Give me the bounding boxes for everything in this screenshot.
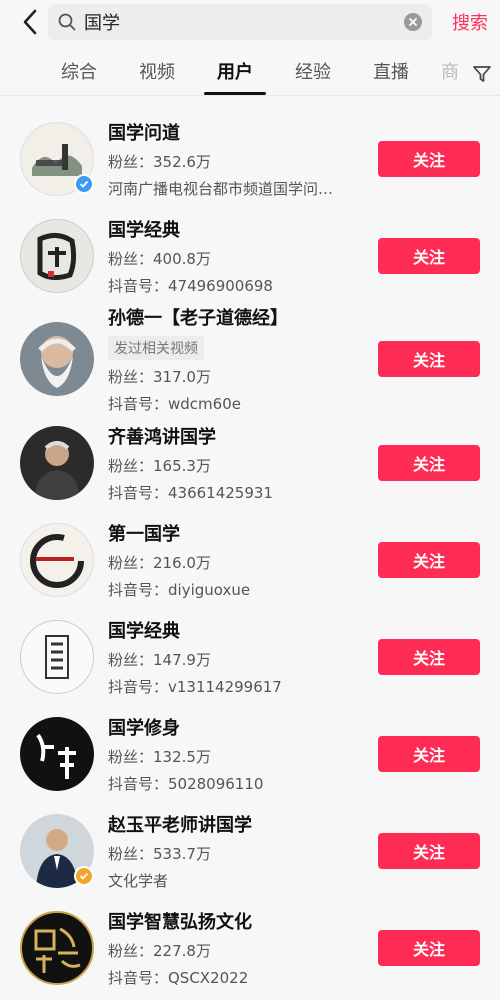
list-item[interactable]: 国学经典 粉丝：400.8万 抖音号：47496900698 关注 <box>0 207 500 304</box>
user-name: 国学智慧弘扬文化 <box>108 911 252 933</box>
list-item[interactable]: 国学问道 粉丝：352.6万 河南广播电视台都市频道国学问… 关注 <box>0 110 500 207</box>
user-name: 孙德一【老子道德经】 <box>108 308 288 329</box>
user-description: 文化学者 <box>108 871 169 890</box>
calligraphy-icon <box>36 733 76 779</box>
user-name: 第一国学 <box>108 523 180 545</box>
brush-circle-icon <box>30 533 84 588</box>
user-description: 河南广播电视台都市频道国学问… <box>108 179 334 198</box>
back-button[interactable] <box>12 0 48 44</box>
douyin-id: 抖音号：47496900698 <box>108 276 273 295</box>
user-info: 国学经典 粉丝：147.9万 抖音号：v13114299617 <box>108 617 368 697</box>
follow-button[interactable]: 关注 <box>378 237 480 274</box>
douyin-id: 抖音号：v13114299617 <box>108 677 282 696</box>
user-name: 齐善鸿讲国学 <box>108 426 216 448</box>
follower-count: 粉丝：165.3万 <box>108 456 211 475</box>
user-info: 赵玉平老师讲国学 粉丝：533.7万 文化学者 <box>108 811 368 891</box>
follow-button[interactable]: 关注 <box>378 341 480 377</box>
list-item[interactable]: 国学修身 粉丝：132.5万 抖音号：5028096110 关注 <box>0 705 500 802</box>
avatar[interactable] <box>20 322 94 396</box>
follower-count: 粉丝：216.0万 <box>108 553 211 572</box>
follower-count: 粉丝：352.6万 <box>108 152 211 171</box>
clear-icon[interactable] <box>404 13 422 31</box>
portrait-icon <box>34 440 80 500</box>
user-info: 孙德一【老子道德经】 发过相关视频 粉丝：317.0万 抖音号：wdcm60e <box>108 304 368 414</box>
avatar[interactable] <box>20 813 94 888</box>
follow-button[interactable]: 关注 <box>378 832 480 869</box>
user-info: 第一国学 粉丝：216.0万 抖音号：diyiguoxue <box>108 520 368 600</box>
calligraphy-icon <box>45 634 69 679</box>
verified-badge-icon <box>74 173 94 194</box>
list-item[interactable]: 国学经典 粉丝：147.9万 抖音号：v13114299617 关注 <box>0 608 500 705</box>
verified-badge-icon <box>74 865 94 886</box>
tab-experience[interactable]: 经验 <box>274 51 352 95</box>
douyin-id: 抖音号：QSCX2022 <box>108 968 249 987</box>
user-name: 赵玉平老师讲国学 <box>108 814 252 836</box>
search-icon <box>58 13 76 31</box>
douyin-id: 抖音号：5028096110 <box>108 774 264 793</box>
avatar[interactable] <box>20 716 94 791</box>
tab-shop[interactable]: 商 <box>430 51 470 95</box>
douyin-id: 抖音号：diyiguoxue <box>108 580 251 599</box>
search-input[interactable]: 国学 <box>84 9 404 35</box>
user-info: 国学修身 粉丝：132.5万 抖音号：5028096110 <box>108 714 368 794</box>
follow-button[interactable]: 关注 <box>378 444 480 481</box>
list-item[interactable]: 第一国学 粉丝：216.0万 抖音号：diyiguoxue 关注 <box>0 511 500 608</box>
tab-live[interactable]: 直播 <box>352 51 430 95</box>
tab-bar: 综合 视频 用户 经验 直播 商 <box>0 44 500 96</box>
follower-count: 粉丝：533.7万 <box>108 844 211 863</box>
calligraphy-icon <box>34 927 81 973</box>
user-info: 国学经典 粉丝：400.8万 抖音号：47496900698 <box>108 216 368 296</box>
douyin-id: 抖音号：wdcm60e <box>108 395 241 413</box>
user-results-list: 国学问道 粉丝：352.6万 河南广播电视台都市频道国学问… 关注 国学经典 粉… <box>0 96 500 996</box>
top-bar: 国学 搜索 <box>0 0 500 44</box>
follower-count: 粉丝：400.8万 <box>108 249 211 268</box>
search-box[interactable]: 国学 <box>48 4 432 40</box>
follower-count: 粉丝：132.5万 <box>108 747 211 766</box>
calligraphy-icon <box>37 232 77 280</box>
follow-button[interactable]: 关注 <box>378 541 480 578</box>
avatar[interactable] <box>20 910 94 985</box>
follow-button[interactable]: 关注 <box>378 929 480 966</box>
follower-count: 粉丝：317.0万 <box>108 368 211 386</box>
search-button[interactable]: 搜索 <box>442 9 488 35</box>
tab-comprehensive[interactable]: 综合 <box>40 51 118 95</box>
user-name: 国学经典 <box>108 620 180 642</box>
follower-count: 粉丝：147.9万 <box>108 650 211 669</box>
avatar[interactable] <box>20 121 94 196</box>
user-name: 国学修身 <box>108 717 180 739</box>
avatar[interactable] <box>20 522 94 597</box>
list-item[interactable]: 齐善鸿讲国学 粉丝：165.3万 抖音号：43661425931 关注 <box>0 414 500 511</box>
avatar[interactable] <box>20 218 94 293</box>
follow-button[interactable]: 关注 <box>378 638 480 675</box>
list-item[interactable]: 国学智慧弘扬文化 粉丝：227.8万 抖音号：QSCX2022 关注 <box>0 899 500 996</box>
list-item[interactable]: 赵玉平老师讲国学 粉丝：533.7万 文化学者 关注 <box>0 802 500 899</box>
user-info: 国学问道 粉丝：352.6万 河南广播电视台都市频道国学问… <box>108 119 368 199</box>
tab-video[interactable]: 视频 <box>118 51 196 95</box>
user-info: 齐善鸿讲国学 粉丝：165.3万 抖音号：43661425931 <box>108 423 368 503</box>
portrait-icon <box>38 336 76 388</box>
filter-icon[interactable] <box>472 65 492 83</box>
douyin-id: 抖音号：43661425931 <box>108 483 273 502</box>
avatar[interactable] <box>20 619 94 694</box>
list-item[interactable]: 孙德一【老子道德经】 发过相关视频 粉丝：317.0万 抖音号：wdcm60e … <box>0 304 500 414</box>
follower-count: 粉丝：227.8万 <box>108 941 211 960</box>
avatar[interactable] <box>20 425 94 500</box>
user-name: 国学经典 <box>108 219 180 241</box>
user-info: 国学智慧弘扬文化 粉丝：227.8万 抖音号：QSCX2022 <box>108 908 368 988</box>
follow-button[interactable]: 关注 <box>378 735 480 772</box>
tab-users[interactable]: 用户 <box>196 51 274 95</box>
follow-button[interactable]: 关注 <box>378 140 480 177</box>
user-name: 国学问道 <box>108 122 180 144</box>
back-arrow-icon <box>23 9 37 35</box>
related-video-tag: 发过相关视频 <box>108 336 204 360</box>
